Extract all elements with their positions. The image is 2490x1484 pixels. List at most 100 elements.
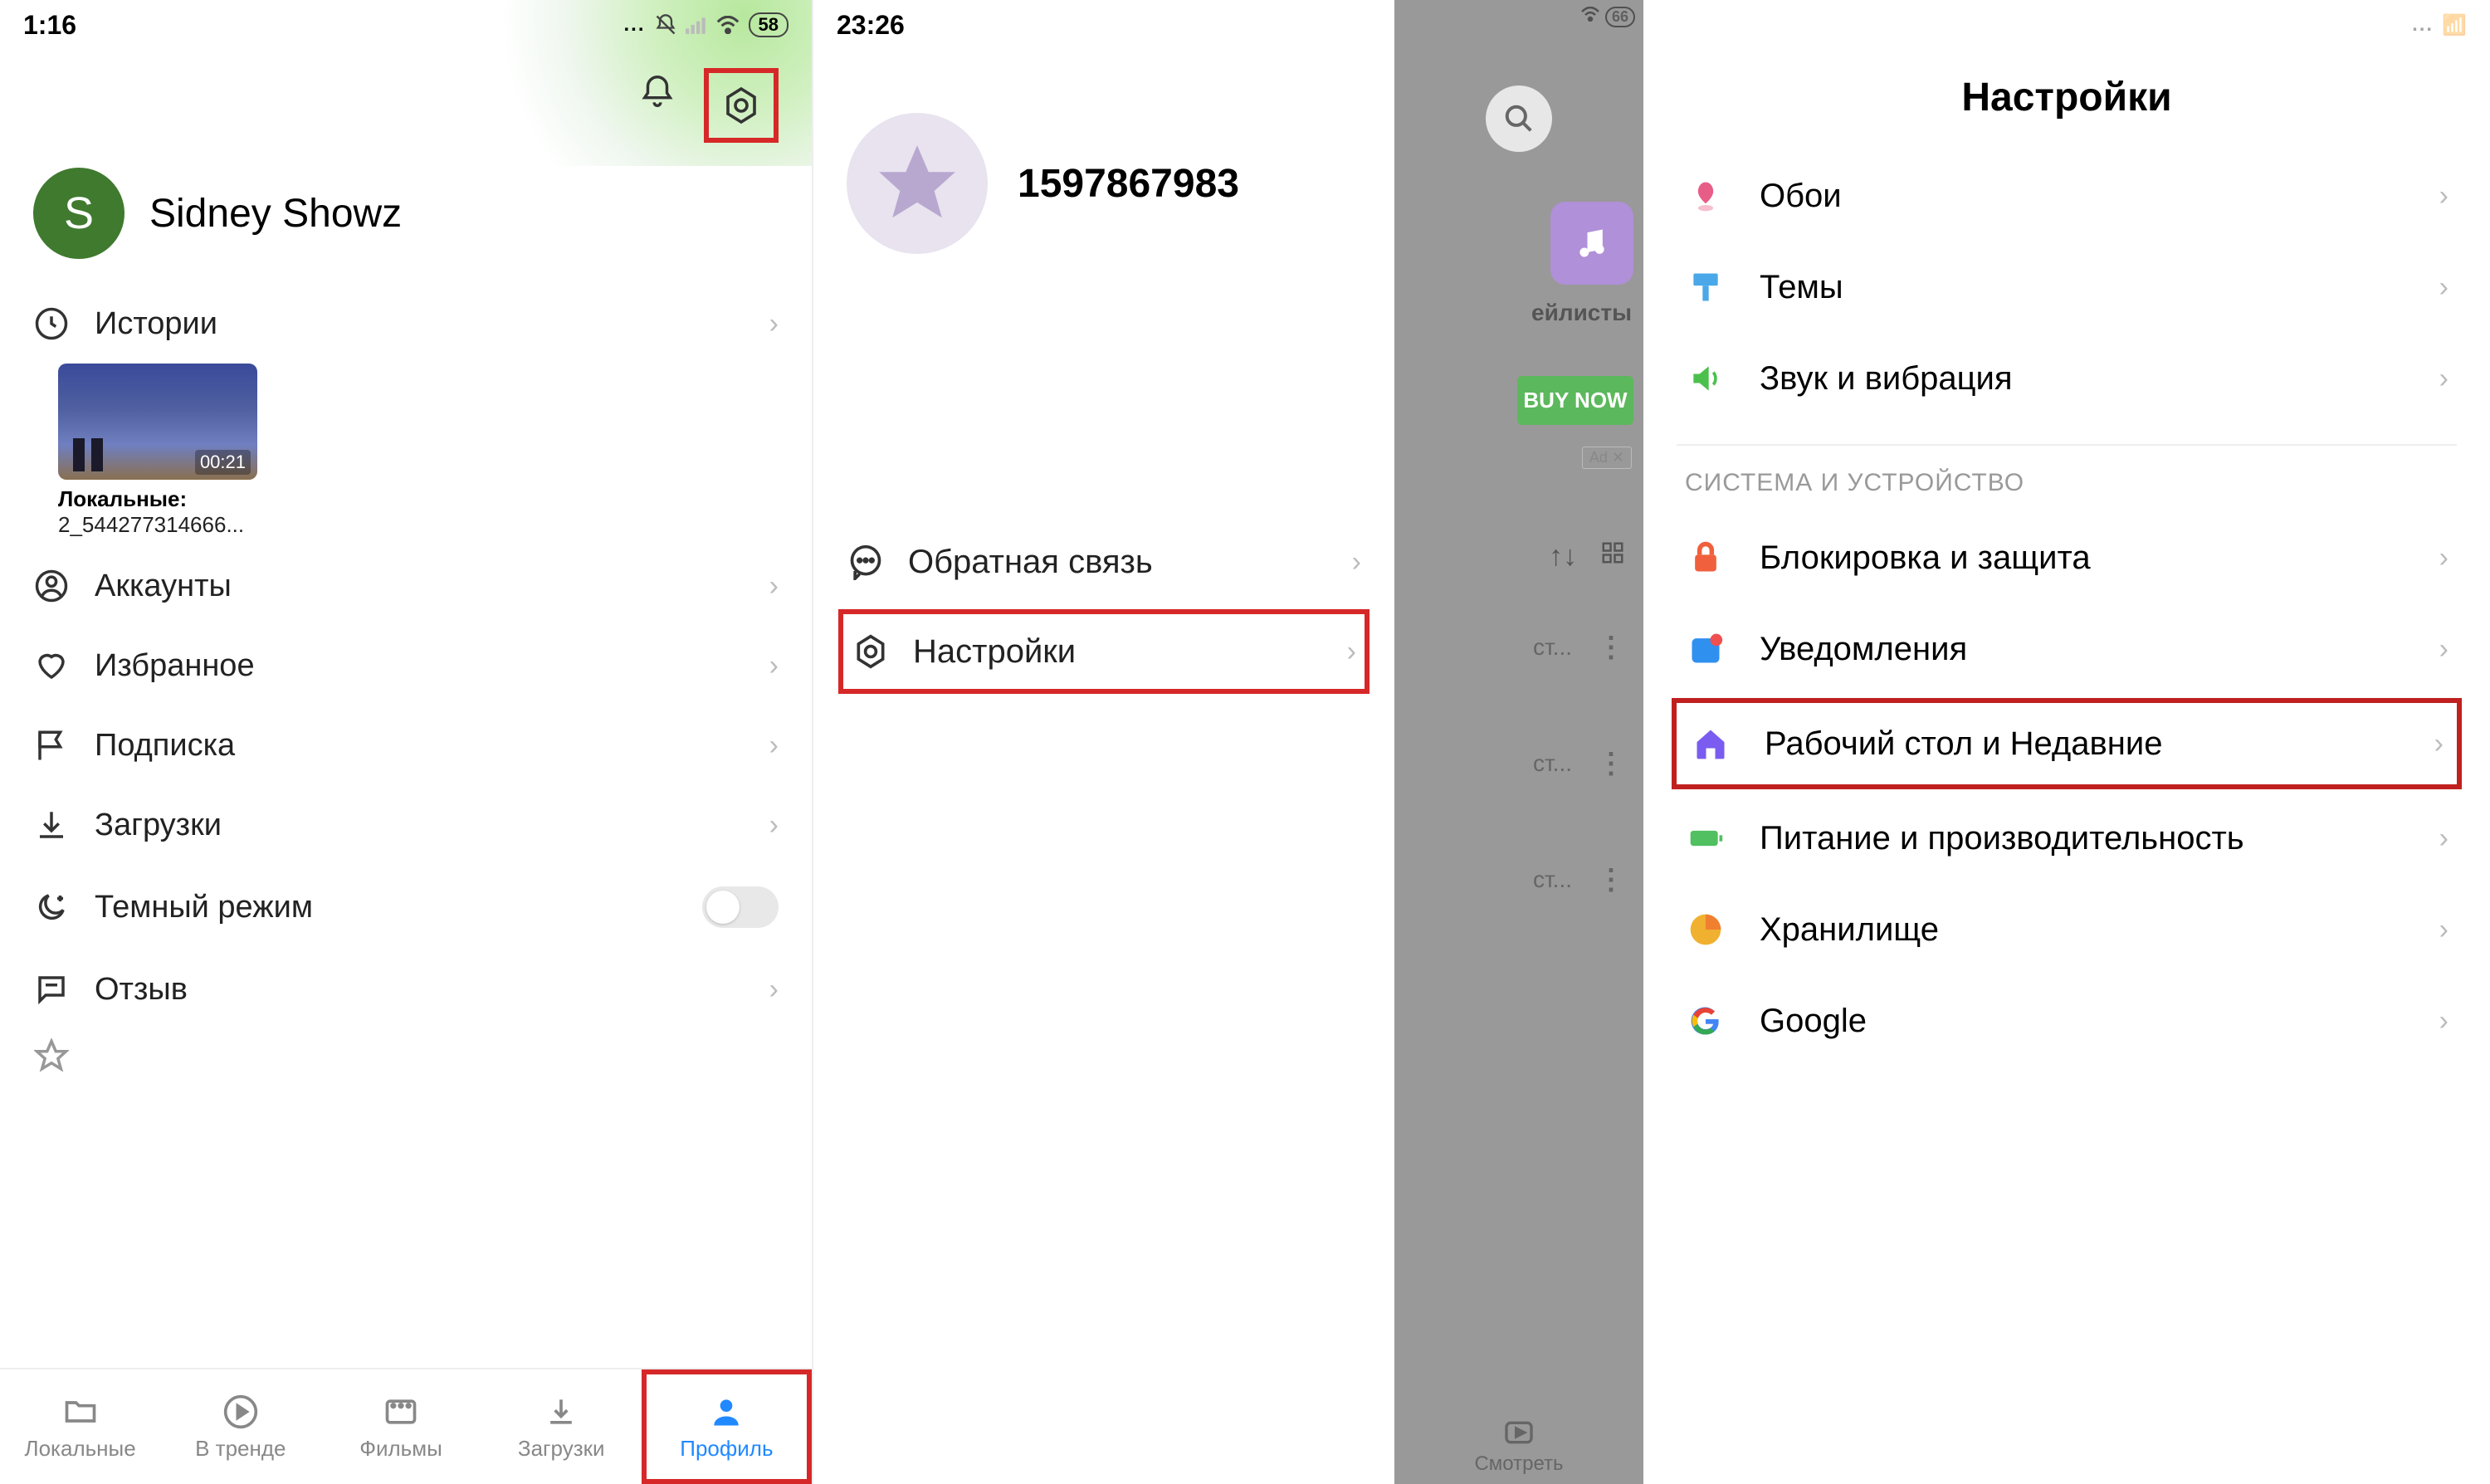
moon-icon xyxy=(33,889,70,925)
menu-label: Избранное xyxy=(95,648,745,684)
chevron-right-icon: › xyxy=(2439,542,2448,574)
buy-now-button[interactable]: BUY NOW xyxy=(1517,376,1633,425)
item-text: ст... xyxy=(1533,634,1572,661)
playlists-tile[interactable] xyxy=(1550,202,1633,285)
account-header[interactable]: 1597867983 xyxy=(813,46,1394,304)
bottom-nav: Локальные В тренде Фильмы Загрузки Профи… xyxy=(0,1368,812,1484)
settings-label: Темы xyxy=(1760,269,2406,306)
menu-favorites[interactable]: Избранное › xyxy=(0,626,812,705)
download-icon xyxy=(33,807,70,843)
chat-icon xyxy=(33,971,70,1008)
menu-subscription[interactable]: Подписка › xyxy=(0,705,812,785)
screen-system-settings: 📶 Настройки Обои › Темы › Звук и вибраци… xyxy=(1643,0,2490,1484)
bottom-nav-watch[interactable]: Смотреть xyxy=(1394,1416,1643,1476)
play-rect-icon xyxy=(1502,1416,1536,1449)
status-bar: 📶 xyxy=(1643,0,2490,46)
item-text: ст... xyxy=(1533,866,1572,893)
user-icon xyxy=(707,1393,745,1431)
playlists-label: ейлисты xyxy=(1394,300,1643,326)
folder-icon xyxy=(61,1393,100,1431)
sort-icon[interactable]: ↑↓ xyxy=(1549,540,1577,573)
nav-label: Профиль xyxy=(680,1436,773,1462)
menu-feedback[interactable]: Обратная связь › xyxy=(813,520,1394,604)
menu-downloads[interactable]: Загрузки › xyxy=(0,785,812,865)
settings-sound[interactable]: Звук и вибрация › xyxy=(1677,333,2457,424)
nav-label: Смотреть xyxy=(1474,1452,1563,1476)
notifications-button[interactable] xyxy=(634,68,681,115)
list-item[interactable]: ст... ⋮ xyxy=(1394,589,1643,705)
nav-label: Фильмы xyxy=(359,1436,442,1462)
more-icon[interactable]: ⋮ xyxy=(1597,631,1625,664)
page-title: Настройки xyxy=(1643,46,2490,150)
video-duration: 00:21 xyxy=(195,450,251,475)
menu-label: Загрузки xyxy=(95,808,745,843)
nav-downloads[interactable]: Загрузки xyxy=(481,1369,642,1484)
google-icon xyxy=(1685,1000,1726,1042)
menu-histories[interactable]: Истории › xyxy=(0,284,812,364)
chevron-right-icon: › xyxy=(2439,633,2448,666)
list-item[interactable]: ст... ⋮ xyxy=(1394,822,1643,938)
chevron-right-icon: › xyxy=(769,650,779,682)
chevron-right-icon: › xyxy=(2434,728,2444,760)
settings-label: Обои xyxy=(1760,178,2406,215)
menu-label: Настройки xyxy=(913,633,1324,671)
menu-label: Истории xyxy=(95,306,745,342)
menu-accounts[interactable]: Аккаунты › xyxy=(0,546,812,626)
chevron-right-icon: › xyxy=(2439,1005,2448,1037)
download-icon xyxy=(542,1393,580,1431)
chevron-right-icon: › xyxy=(2439,823,2448,855)
chevron-right-icon: › xyxy=(2439,914,2448,946)
speaker-icon xyxy=(1685,358,1726,399)
nav-trending[interactable]: В тренде xyxy=(160,1369,320,1484)
menu-dark-mode[interactable]: Темный режим xyxy=(0,865,812,949)
gear-hex-icon xyxy=(721,85,761,125)
mute-icon xyxy=(654,13,677,37)
nav-local[interactable]: Локальные xyxy=(0,1369,160,1484)
more-icon[interactable]: ⋮ xyxy=(1597,863,1625,896)
settings-home-highlighted[interactable]: Рабочий стол и Недавние › xyxy=(1672,698,2462,789)
menu-feedback[interactable]: Отзыв › xyxy=(0,949,812,1029)
settings-themes[interactable]: Темы › xyxy=(1677,242,2457,333)
settings-notifications[interactable]: Уведомления › xyxy=(1677,603,2457,695)
settings-storage[interactable]: Хранилище › xyxy=(1677,884,2457,975)
chevron-right-icon: › xyxy=(1352,546,1361,578)
status-right: 58 xyxy=(624,12,789,37)
menu-settings-highlighted[interactable]: Настройки › xyxy=(838,609,1370,694)
settings-google[interactable]: Google › xyxy=(1677,975,2457,1067)
chevron-right-icon: › xyxy=(2439,180,2448,212)
history-thumbnail[interactable]: 00:21 Локальные: 2_544277314666... xyxy=(58,364,257,538)
music-note-icon xyxy=(1574,225,1610,261)
home-icon xyxy=(1690,723,1731,764)
wifi-icon xyxy=(715,16,740,34)
status-bar: 1:16 58 xyxy=(0,0,812,46)
settings-lock[interactable]: Блокировка и защита › xyxy=(1677,512,2457,603)
menu-label: Обратная связь xyxy=(908,544,1329,581)
settings-label: Google xyxy=(1760,1003,2406,1040)
nav-label: Загрузки xyxy=(518,1436,605,1462)
status-time: 23:26 xyxy=(837,10,905,41)
paint-icon xyxy=(1685,266,1726,308)
nav-profile-highlighted[interactable]: Профиль xyxy=(642,1369,812,1484)
settings-button-highlighted[interactable] xyxy=(704,68,779,143)
ad-badge[interactable]: Ad ✕ xyxy=(1582,447,1632,469)
list-item[interactable]: ст... ⋮ xyxy=(1394,705,1643,822)
settings-power[interactable]: Питание и производительность › xyxy=(1677,793,2457,884)
signal-icon xyxy=(686,16,707,34)
search-button[interactable] xyxy=(1486,85,1552,152)
user-circle-icon xyxy=(33,568,70,604)
chevron-right-icon: › xyxy=(769,974,779,1006)
dark-mode-toggle[interactable] xyxy=(702,886,779,928)
profile-header[interactable]: S Sidney Showz xyxy=(0,151,812,284)
settings-wallpaper[interactable]: Обои › xyxy=(1677,150,2457,242)
screen-profile-app: 1:16 58 xyxy=(0,0,813,1484)
screen-account: 23:26 1597867983 Обратная связь › Настро… xyxy=(813,0,1394,1484)
settings-label: Звук и вибрация xyxy=(1760,360,2406,398)
screen-dimmed-background: 66 ейлисты BUY NOW Ad ✕ ↑↓ ст... ⋮ ст...… xyxy=(1394,0,1643,1484)
grid-icon[interactable] xyxy=(1600,540,1625,573)
more-icon[interactable]: ⋮ xyxy=(1597,747,1625,780)
nav-movies[interactable]: Фильмы xyxy=(320,1369,481,1484)
gear-hex-icon xyxy=(852,632,890,671)
clock-icon xyxy=(33,305,70,342)
bell-icon xyxy=(638,72,676,110)
status-bar: 66 xyxy=(1394,0,1643,31)
